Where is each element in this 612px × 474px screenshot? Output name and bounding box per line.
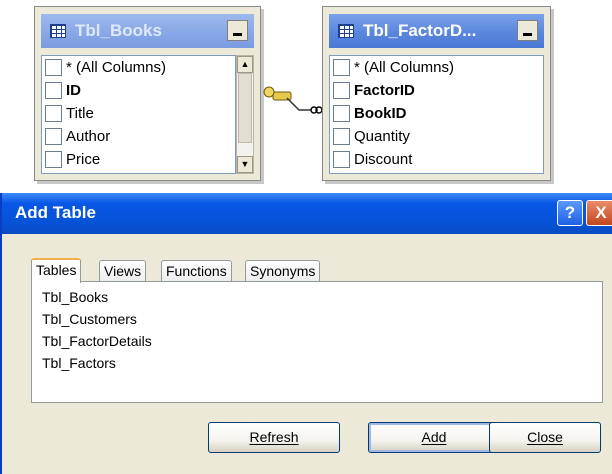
key-relation-icon[interactable] (259, 80, 322, 120)
column-label: ID (66, 82, 81, 99)
column-row[interactable]: * (All Columns) (42, 56, 235, 79)
column-label: Quantity (354, 128, 410, 145)
column-checkbox[interactable] (45, 128, 62, 145)
column-label: Author (66, 128, 111, 145)
column-row[interactable]: Author (42, 125, 235, 148)
vertical-scrollbar[interactable]: ▲ ▼ (236, 55, 254, 174)
table-grid-icon (50, 24, 66, 38)
column-checkbox[interactable] (333, 82, 350, 99)
scroll-down-button[interactable]: ▼ (237, 156, 253, 173)
column-checkbox[interactable] (333, 105, 350, 122)
column-label: FactorID (354, 82, 415, 99)
table-grid-icon (338, 24, 354, 38)
column-row[interactable]: FactorID (330, 79, 543, 102)
column-label: Title (66, 105, 94, 122)
tab-views[interactable]: Views (99, 260, 147, 282)
list-item[interactable]: Tbl_Customers (42, 308, 152, 330)
column-row[interactable]: Price (42, 148, 235, 171)
column-list: * (All Columns) ID Title Author Price (41, 55, 236, 174)
help-button[interactable]: ? (557, 200, 583, 226)
close-window-button[interactable]: X (586, 200, 612, 226)
column-label: * (All Columns) (66, 59, 167, 76)
column-checkbox[interactable] (333, 128, 350, 145)
column-row[interactable]: * (All Columns) (330, 56, 543, 79)
column-checkbox[interactable] (333, 151, 350, 168)
scroll-up-button[interactable]: ▲ (237, 56, 253, 73)
column-row[interactable]: ID (42, 79, 235, 102)
table-box-title: Tbl_Books (75, 21, 162, 40)
table-box-title-bar[interactable]: Tbl_FactorD... (329, 14, 544, 48)
tab-tables[interactable]: Tables (31, 258, 82, 283)
tables-list: Tbl_Books Tbl_Customers Tbl_FactorDetail… (42, 286, 152, 374)
dialog-title: Add Table (15, 203, 96, 222)
close-label: Close (527, 429, 563, 445)
column-row[interactable]: Discount (330, 148, 543, 171)
column-checkbox[interactable] (45, 59, 62, 76)
column-label: * (All Columns) (354, 59, 455, 76)
add-button[interactable]: Add (368, 422, 500, 453)
column-checkbox[interactable] (45, 105, 62, 122)
tables-list-panel[interactable]: Tbl_Books Tbl_Customers Tbl_FactorDetail… (31, 281, 603, 403)
column-label: Discount (354, 151, 413, 168)
column-row[interactable]: BookID (330, 102, 543, 125)
minimize-button[interactable] (517, 20, 538, 41)
column-label: Price (66, 151, 101, 168)
tab-synonyms[interactable]: Synonyms (245, 260, 321, 282)
close-button[interactable]: Close (489, 422, 601, 453)
column-row[interactable]: Title (42, 102, 235, 125)
refresh-label: Refresh (249, 429, 299, 445)
list-item[interactable]: Tbl_Factors (42, 352, 152, 374)
column-label: BookID (354, 105, 407, 122)
minimize-button[interactable] (227, 20, 248, 41)
table-box-title-bar[interactable]: Tbl_Books (41, 14, 254, 48)
table-box-title: Tbl_FactorD... (363, 21, 477, 40)
refresh-button[interactable]: Refresh (208, 422, 340, 453)
dialog-title-bar[interactable]: Add Table ? X (2, 193, 612, 234)
list-item[interactable]: Tbl_FactorDetails (42, 330, 152, 352)
column-checkbox[interactable] (333, 59, 350, 76)
column-row[interactable]: Quantity (330, 125, 543, 148)
tab-functions[interactable]: Functions (161, 260, 232, 282)
add-label: Add (421, 429, 447, 445)
table-box-books[interactable]: Tbl_Books * (All Columns) ID Title Autho… (34, 6, 261, 181)
column-checkbox[interactable] (45, 151, 62, 168)
table-box-factordetails[interactable]: Tbl_FactorD... * (All Columns) FactorID … (322, 6, 551, 181)
column-checkbox[interactable] (45, 82, 62, 99)
column-list: * (All Columns) FactorID BookID Quantity… (329, 55, 544, 174)
scroll-thumb[interactable] (238, 73, 252, 143)
list-item[interactable]: Tbl_Books (42, 286, 152, 308)
